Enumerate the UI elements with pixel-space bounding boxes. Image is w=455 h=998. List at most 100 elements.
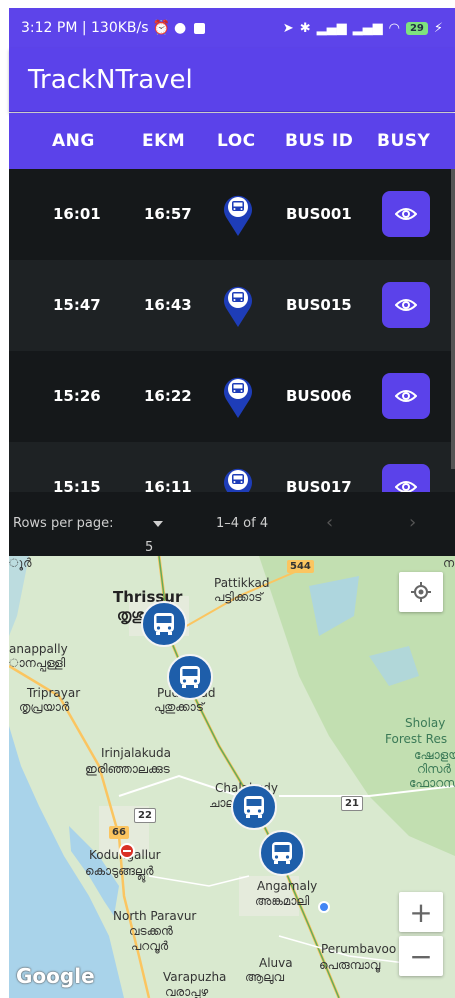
eye-icon: [395, 481, 417, 492]
bus-location-pin-icon[interactable]: [221, 191, 255, 237]
map-label-angamaly-ml: അങ്കമാലി: [255, 894, 310, 908]
column-header-loc[interactable]: LOC: [217, 131, 256, 151]
road-shield-66: 66: [109, 826, 129, 839]
zoom-out-button[interactable]: −: [399, 936, 443, 976]
bluetooth-icon: ✱: [299, 20, 311, 36]
cell-ang: 15:15: [53, 478, 101, 492]
status-bar: 3:12 PM | 130KB/s ⏰ ● ➤ ✱ ▂▄▆ ▂▄▆ ◠ 29 ⚡: [9, 8, 455, 48]
cell-bus-id: BUS006: [286, 387, 352, 405]
location-icon: ➤: [282, 20, 294, 36]
map-label-sholayar-ml: ഷോളയ: [414, 748, 455, 762]
map-label-pattikkad: Pattikkad: [214, 576, 270, 590]
map-label-angamaly: Angamaly: [257, 879, 318, 893]
bus-marker[interactable]: [167, 654, 213, 700]
map-terrain: [9, 556, 455, 998]
charging-icon: ⚡: [433, 20, 443, 36]
map-label-kodungallur-ml: കൊടുങ്ങല്ലൂർ: [85, 864, 154, 878]
zoom-in-button[interactable]: +: [399, 892, 443, 932]
map-view[interactable]: ൂർ ന Thrissur തൃശൂർ Pattikkad പട്ടിക്കാട…: [9, 556, 455, 998]
map-label-triprayar-ml: തൃപ്രയാർ: [19, 700, 70, 714]
rows-per-page-select[interactable]: 5: [145, 516, 163, 555]
map-label-varapuzha: Varapuzha: [163, 970, 227, 984]
map-label-sholayar-2: Forest Res: [385, 732, 448, 746]
map-label-varapuzha-ml: വരാപ്പുഴ: [165, 985, 209, 998]
cell-ekm: 16:43: [144, 296, 192, 314]
column-header-ekm[interactable]: EKM: [142, 131, 185, 151]
signal-icon-2: ▂▄▆: [352, 20, 383, 36]
signal-icon: ▂▄▆: [316, 20, 347, 36]
map-label: ൂർ: [9, 556, 32, 570]
table-row: 15:26 16:22 BUS006: [9, 351, 455, 442]
battery-icon: 29: [405, 21, 428, 35]
map-label: ന: [443, 556, 455, 570]
map-label-perumbavoor: Perumbavoo: [321, 942, 397, 956]
rows-per-page-value: 5: [145, 540, 154, 555]
notification-icon: ●: [173, 20, 187, 36]
my-location-button[interactable]: [399, 572, 443, 612]
bus-marker[interactable]: [231, 784, 277, 830]
map-label-north-paravur-ml: വടക്കൻ: [129, 924, 173, 938]
bus-icon: [154, 613, 174, 635]
status-time: 3:12 PM | 130KB/s: [21, 20, 149, 36]
bus-location-pin-icon[interactable]: [221, 464, 255, 492]
bus-icon: [272, 842, 292, 864]
view-button[interactable]: [382, 373, 430, 419]
map-label-aluva-ml: ആലുവ: [245, 970, 285, 984]
wifi-icon: ◠: [388, 20, 400, 36]
eye-icon: [395, 299, 417, 311]
view-button[interactable]: [382, 191, 430, 237]
cell-ekm: 16:11: [144, 478, 192, 492]
road-shield-21: 21: [341, 796, 363, 811]
google-logo: Google: [16, 964, 95, 988]
column-header-bus-id[interactable]: BUS ID: [285, 131, 353, 151]
cell-bus-id: BUS001: [286, 205, 352, 223]
crosshair-icon: [411, 582, 431, 602]
cell-ang: 16:01: [53, 205, 101, 223]
map-label-anappally-ml: ാനപ്പള്ളി: [9, 656, 66, 670]
map-label-pattikkad-ml: പട്ടിക്കാട്: [214, 590, 263, 604]
map-label-irinjalakuda-ml: ഇരിഞ്ഞാലക്കുട: [85, 762, 170, 776]
pagination-range: 1–4 of 4: [216, 516, 269, 531]
alarm-icon: ⏰: [152, 20, 170, 36]
map-label-triprayar: Triprayar: [27, 686, 81, 700]
bus-marker[interactable]: [141, 601, 187, 647]
bus-location-pin-icon[interactable]: [221, 282, 255, 328]
cell-bus-id: BUS015: [286, 296, 352, 314]
app-notification-icon: [194, 22, 206, 34]
rows-per-page-label: Rows per page:: [13, 516, 114, 531]
column-header-ang[interactable]: ANG: [52, 131, 95, 151]
table-scrollbar[interactable]: [451, 169, 455, 469]
cell-ang: 15:47: [53, 296, 101, 314]
road-shield-22: 22: [134, 808, 156, 823]
view-button[interactable]: [382, 282, 430, 328]
map-label-sholayar-ml-2: റിസർ: [417, 762, 451, 776]
app-title: TrackNTravel: [28, 64, 193, 95]
table-row: 16:01 16:57 BUS001: [9, 169, 455, 260]
bus-marker[interactable]: [259, 830, 305, 876]
previous-page-icon[interactable]: ‹: [326, 512, 333, 533]
table-row: 15:47 16:43 BUS015: [9, 260, 455, 351]
map-label-anappally: anappally: [9, 642, 68, 656]
cell-bus-id: BUS017: [286, 478, 352, 492]
eye-icon: [395, 390, 417, 402]
app-bar: TrackNTravel: [9, 48, 455, 112]
map-label-north-paravur-ml-2: പറവൂർ: [131, 939, 169, 953]
bus-location-pin-icon[interactable]: [221, 373, 255, 419]
cell-ang: 15:26: [53, 387, 101, 405]
table-header: ANG EKM LOC BUS ID BUSY: [9, 113, 455, 169]
cell-ekm: 16:22: [144, 387, 192, 405]
bus-icon: [244, 796, 264, 818]
pagination-bar: Rows per page: 5 1–4 of 4 ‹ ›: [9, 492, 455, 556]
cell-ekm: 16:57: [144, 205, 192, 223]
view-button[interactable]: [382, 464, 430, 492]
table-body[interactable]: 16:01 16:57 BUS001 15:47 16:43 BUS015 15…: [9, 169, 455, 492]
table-row: 15:15 16:11 BUS017: [9, 442, 455, 492]
next-page-icon[interactable]: ›: [409, 512, 416, 533]
bus-icon: [180, 666, 200, 688]
map-label-perumbavoor-ml: പെരുമ്പാവൂ: [319, 958, 381, 972]
eye-icon: [395, 208, 417, 220]
road-closed-icon[interactable]: [119, 843, 135, 859]
my-location-dot: [318, 901, 330, 913]
column-header-busy[interactable]: BUSY: [377, 131, 430, 151]
map-label-irinjalakuda: Irinjalakuda: [101, 746, 171, 760]
